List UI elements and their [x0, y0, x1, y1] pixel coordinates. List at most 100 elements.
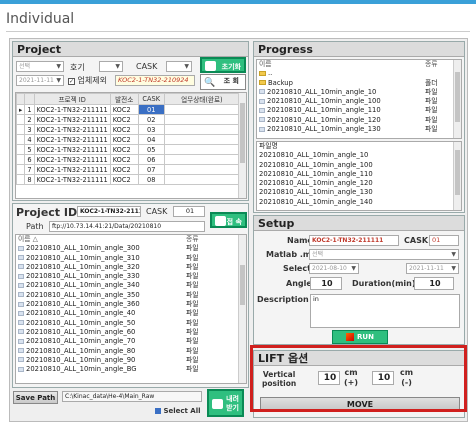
plant-select[interactable]: 선택 ▼	[16, 61, 64, 72]
init-button[interactable]: 초기화	[200, 57, 246, 73]
setup-cask-field[interactable]: 01	[429, 235, 459, 246]
search-button[interactable]: 🔍 조 회	[200, 74, 246, 90]
list-item[interactable]: 20210810_ALL_10min_angle_320 파일	[16, 263, 246, 272]
list-item[interactable]: Backup 폴더	[257, 79, 461, 88]
exclude-checkbox-row[interactable]: ✓ 업체제외	[68, 75, 107, 86]
cask-select[interactable]: ▼	[166, 61, 192, 72]
table-cell	[16, 174, 26, 185]
save-path-button[interactable]: Save Path	[13, 391, 58, 404]
list-item[interactable]: 20210810_ALL_10min_angle_100	[257, 161, 461, 170]
progress-file-list[interactable]: 파일명 20210810_ALL_10min_angle_10 20210810_…	[256, 141, 462, 211]
list-item[interactable]: 20210810_ALL_10min_angle_120 파일	[257, 116, 461, 125]
list-item[interactable]: 20210810_ALL_10min_angle_340 파일	[16, 281, 246, 290]
list-item[interactable]: 20210810_ALL_10min_angle_300 파일	[16, 244, 246, 253]
download-button[interactable]: 내려 받기	[207, 389, 244, 417]
scrollbar-thumb[interactable]	[455, 150, 460, 195]
chevron-down-icon: ▼	[56, 63, 61, 70]
search-input[interactable]: KOC2-1-TN32-210924	[115, 75, 195, 86]
angle-field[interactable]: 10	[310, 277, 342, 290]
table-cell	[16, 144, 26, 155]
list-item[interactable]: 20210810_ALL_10min_angle_BG 파일	[16, 365, 246, 374]
save-path-field[interactable]: C:\Kinac_data\He-4\Main_Raw	[62, 391, 202, 402]
sort-up-icon: △	[32, 235, 38, 243]
list-item[interactable]: 20210810_ALL_10min_angle_80 파일	[16, 347, 246, 356]
file-name: 20210810_ALL_10min_angle_360	[26, 300, 140, 309]
list-item[interactable]: 20210810_ALL_10min_angle_40 파일	[16, 309, 246, 318]
list-item[interactable]: 20210810_ALL_10min_angle_310 파일	[16, 254, 246, 263]
checkbox-icon[interactable]: ✓	[68, 78, 75, 85]
file-name: 20210810_ALL_10min_angle_130	[267, 125, 381, 134]
floor-select[interactable]: ▼	[99, 61, 123, 72]
list-item[interactable]: 20210810_ALL_10min_angle_130 파일	[257, 125, 461, 134]
list-item[interactable]: 20210810_ALL_10min_angle_10	[257, 151, 461, 160]
progress-title: Progress	[254, 42, 464, 57]
table-row[interactable]: 4 KOC2-1-TN32-211111 KOC2 04	[16, 134, 241, 145]
list-item[interactable]: 20210810_ALL_10min_angle_130	[257, 188, 461, 197]
list-item[interactable]: 20210810_ALL_10min_angle_330 파일	[16, 272, 246, 281]
local-file-list[interactable]: 이름 종류 .. Backup 폴더 20210810_ALL_10min_angle_…	[256, 59, 462, 139]
matlab-select[interactable]: 선택 ▼	[309, 249, 459, 260]
name-field[interactable]: KOC2-1-TN32-211111	[309, 235, 399, 246]
name-column-header[interactable]: 이름	[18, 235, 33, 243]
list-item[interactable]: 20210810_ALL_10min_angle_360 파일	[16, 300, 246, 309]
file-type: 파일	[186, 355, 199, 364]
remote-file-list-scrollbar[interactable]	[238, 235, 246, 383]
table-row[interactable]: ▸ 1 KOC2-1-TN32-211111 KOC2 01	[16, 104, 241, 115]
file-icon	[18, 273, 24, 279]
date-select[interactable]: 2021-11-11 ▼	[16, 75, 64, 86]
scrollbar-thumb[interactable]	[240, 103, 245, 163]
list-item[interactable]: 20210810_ALL_10min_angle_110	[257, 170, 461, 179]
description-field[interactable]: in	[310, 294, 460, 328]
file-icon	[259, 107, 265, 113]
date-from-select[interactable]: 2021-08-10 ▼	[309, 263, 359, 274]
list-item[interactable]: 20210810_ALL_10min_angle_50 파일	[16, 319, 246, 328]
select-all-label: Select All	[163, 407, 201, 415]
list-item[interactable]: 20210810_ALL_10min_angle_350 파일	[16, 291, 246, 300]
file-type: 파일	[186, 309, 199, 318]
progress-list-scrollbar[interactable]	[453, 142, 461, 210]
list-item[interactable]: 20210810_ALL_10min_angle_70 파일	[16, 337, 246, 346]
table-row[interactable]: 3 KOC2-1-TN32-211111 KOC2 03	[16, 124, 241, 135]
file-type: 파일	[186, 262, 199, 271]
local-type-column[interactable]: 종류	[425, 60, 438, 69]
table-row[interactable]: 8 KOC2-1-TN32-211111 KOC2 08	[16, 174, 241, 185]
connect-button[interactable]: 접 속	[210, 212, 247, 228]
scrollbar-thumb[interactable]	[240, 265, 245, 305]
file-type: 파일	[425, 87, 438, 96]
duration-field[interactable]: 10	[414, 277, 454, 290]
list-item[interactable]: ..	[257, 69, 461, 78]
type-column-header[interactable]: 종류	[186, 235, 199, 244]
project-table[interactable]: 프로젝 ID 발전소 CASK 업무상태(완료) ▸ 1 KOC2-1-TN32-2…	[15, 92, 247, 199]
local-file-list-scrollbar[interactable]	[453, 60, 461, 138]
scrollbar-thumb[interactable]	[455, 72, 460, 122]
file-icon	[18, 320, 24, 326]
table-row[interactable]: 2 KOC2-1-TN32-211111 KOC2 02	[16, 114, 241, 125]
table-cell: 8	[24, 174, 35, 185]
list-item[interactable]: 20210810_ALL_10min_angle_140	[257, 198, 461, 207]
local-name-column[interactable]: 이름	[259, 60, 272, 68]
file-name: 20210810_ALL_10min_angle_40	[26, 309, 136, 318]
table-row[interactable]: 5 KOC2-1-TN32-211111 KOC2 05	[16, 144, 241, 155]
list-item[interactable]: 20210810_ALL_10min_angle_110 파일	[257, 106, 461, 115]
local-list-header: 이름 종류	[257, 60, 461, 69]
path-field[interactable]: ftp://10.73.14.41:21/Data/20210810	[49, 221, 205, 232]
file-name: 20210810_ALL_10min_angle_70	[26, 337, 136, 346]
list-item[interactable]: 20210810_ALL_10min_angle_90 파일	[16, 356, 246, 365]
project-id-field[interactable]: KOC2-1-TN32-211111	[77, 206, 141, 217]
date-to-select[interactable]: 2021-11-11 ▼	[406, 263, 459, 274]
select-all-row[interactable]: Select All	[155, 407, 201, 415]
checkbox-icon[interactable]	[155, 408, 161, 414]
table-row[interactable]: 6 KOC2-1-TN32-211111 KOC2 06	[16, 154, 241, 165]
project-table-scrollbar[interactable]	[238, 93, 246, 198]
file-type: 파일	[186, 337, 199, 346]
file-name: 20210810_ALL_10min_angle_80	[26, 346, 136, 355]
list-item[interactable]: 20210810_ALL_10min_angle_60 파일	[16, 328, 246, 337]
list-item[interactable]: 20210810_ALL_10min_angle_10 파일	[257, 88, 461, 97]
run-button[interactable]: RUN	[332, 330, 388, 344]
table-row[interactable]: 7 KOC2-1-TN32-211111 KOC2 07	[16, 164, 241, 175]
project-id-cask-field[interactable]: 01	[173, 206, 205, 217]
list-item[interactable]: 20210810_ALL_10min_angle_120	[257, 179, 461, 188]
file-type: 파일	[186, 281, 199, 290]
file-icon	[18, 282, 24, 288]
remote-file-list[interactable]: 이름 △ 종류 20210810_ALL_10min_angle_300 파일 202…	[15, 234, 247, 384]
